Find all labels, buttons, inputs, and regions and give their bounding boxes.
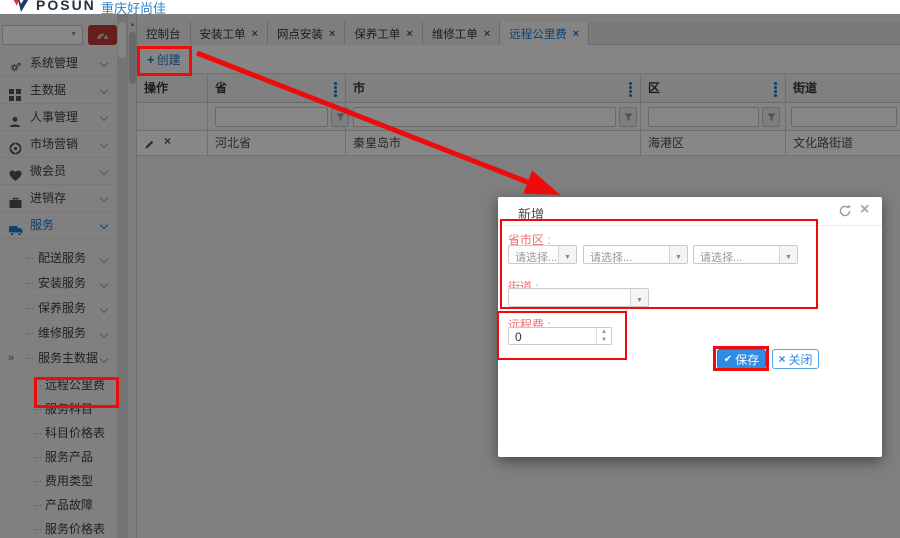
fee-input[interactable]: 0 ▲ ▼ [508, 327, 612, 345]
fee-value: 0 [515, 330, 522, 344]
brand-name: POSUN [36, 0, 96, 13]
select-caret-box[interactable]: ▼ [630, 289, 648, 306]
new-record-dialog: 新增 × 省市区 : 请选择... ▼ 请选择... ▼ 请选择... ▼ 街道… [498, 197, 882, 457]
province-select[interactable]: 请选择... ▼ [508, 245, 577, 264]
dialog-title: 新增 [518, 207, 545, 222]
dialog-close-icon[interactable]: × [860, 201, 869, 219]
city-select[interactable]: 请选择... ▼ [583, 245, 688, 264]
check-icon: ✔ [723, 353, 733, 365]
close-button[interactable]: × 关闭 [772, 349, 819, 369]
top-header: POSUN 重庆好尚佳 [0, 0, 900, 14]
select-caret-box[interactable]: ▼ [558, 246, 576, 263]
spinner-down-icon[interactable]: ▼ [597, 336, 611, 344]
app-window: POSUN 重庆好尚佳 ▼ 系统管理 主数据 人事管理 市场营销 微会员 进销存… [0, 0, 900, 538]
caret-down-icon: ▼ [564, 254, 571, 261]
caret-down-icon: ▼ [636, 297, 643, 304]
close-x-icon: × [778, 352, 786, 366]
select-caret-box[interactable]: ▼ [669, 246, 687, 263]
posun-logo-icon [13, 0, 29, 12]
save-button[interactable]: ✔ 保存 [717, 349, 766, 369]
number-spinner[interactable]: ▲ ▼ [596, 328, 611, 344]
street-select[interactable]: ▼ [508, 288, 649, 307]
company-name: 重庆好尚佳 [101, 1, 167, 14]
district-select[interactable]: 请选择... ▼ [693, 245, 798, 264]
spinner-up-icon[interactable]: ▲ [597, 328, 611, 336]
caret-down-icon: ▼ [785, 254, 792, 261]
refresh-icon[interactable] [838, 204, 852, 218]
select-caret-box[interactable]: ▼ [779, 246, 797, 263]
caret-down-icon: ▼ [675, 254, 682, 261]
